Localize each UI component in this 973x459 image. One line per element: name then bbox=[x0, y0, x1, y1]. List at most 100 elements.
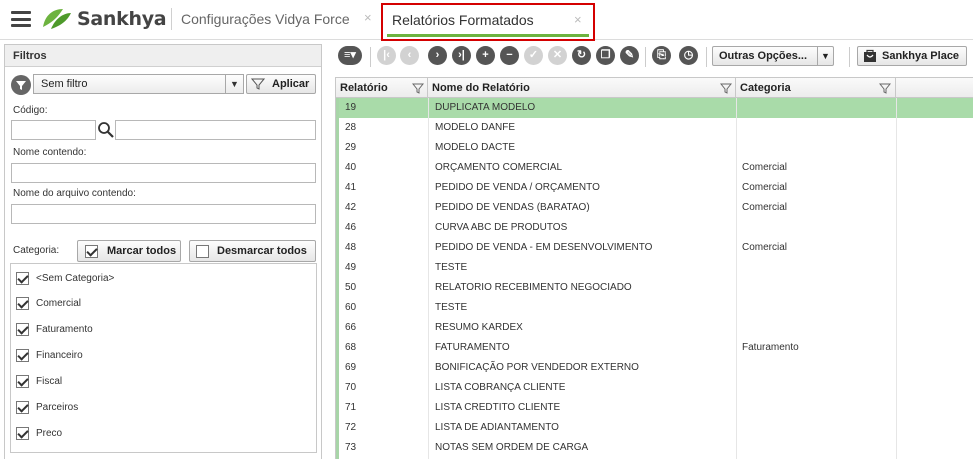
tab-relatorios-formatados[interactable]: Relatórios Formatados × bbox=[381, 3, 595, 41]
table-row[interactable]: 69 BONIFICAÇÃO POR VENDEDOR EXTERNO bbox=[336, 358, 973, 378]
table-row[interactable]: 42 PEDIDO DE VENDAS (BARATAO) Comercial bbox=[336, 198, 973, 218]
arquivo-input[interactable] bbox=[11, 204, 316, 224]
checkbox-checked-icon[interactable] bbox=[16, 374, 29, 388]
table-row[interactable]: 48 PEDIDO DE VENDA - EM DESENVOLVIMENTO Co… bbox=[336, 238, 973, 258]
cell-nome: TESTE bbox=[435, 302, 468, 313]
top-bar: Sankhya Configurações Vidya Force × Rela… bbox=[0, 0, 973, 41]
checkbox-checked-icon[interactable] bbox=[16, 296, 29, 310]
cell-relatorio: 66 bbox=[345, 322, 357, 333]
table-row[interactable]: 72 LISTA DE ADIANTAMENTO bbox=[336, 418, 973, 438]
cell-relatorio: 28 bbox=[345, 122, 357, 133]
table-row[interactable]: 70 LISTA COBRANÇA CLIENTE bbox=[336, 378, 973, 398]
marcar-todos-button[interactable]: Marcar todos bbox=[77, 240, 181, 262]
edit-icon[interactable]: ✎ bbox=[620, 46, 639, 65]
previous-record-icon[interactable]: ‹ bbox=[400, 46, 419, 65]
category-list: <Sem Categoria> Comercial Faturamento Fi… bbox=[10, 263, 317, 453]
clock-icon[interactable]: ◷ bbox=[679, 46, 698, 65]
cell-nome: PEDIDO DE VENDA - EM DESENVOLVIMENTO bbox=[435, 242, 653, 253]
cell-relatorio: 69 bbox=[345, 362, 357, 373]
brand-logo: Sankhya bbox=[41, 6, 167, 32]
filter-select-value: Sem filtro bbox=[41, 78, 88, 90]
first-record-icon[interactable]: |‹ bbox=[377, 46, 396, 65]
category-item[interactable]: Fiscal bbox=[16, 373, 62, 389]
tab-label: Relatórios Formatados bbox=[392, 12, 534, 28]
layout-menu-icon[interactable]: ≡▾ bbox=[338, 46, 362, 65]
column-divider bbox=[736, 98, 737, 459]
column-divider bbox=[896, 98, 897, 459]
apply-button[interactable]: Aplicar bbox=[246, 74, 316, 94]
table-row[interactable]: 29 MODELO DACTE bbox=[336, 138, 973, 158]
checkbox-checked-icon bbox=[85, 244, 98, 258]
category-item[interactable]: <Sem Categoria> bbox=[16, 270, 114, 286]
cell-categoria: Comercial bbox=[742, 242, 788, 253]
column-header-categoria[interactable]: Categoria bbox=[736, 78, 896, 98]
table-row[interactable]: 46 CURVA ABC DE PRODUTOS bbox=[336, 218, 973, 238]
table-row[interactable]: 68 FATURAMENTO Faturamento bbox=[336, 338, 973, 358]
checkbox-checked-icon[interactable] bbox=[16, 348, 29, 362]
category-item[interactable]: Financeiro bbox=[16, 347, 83, 363]
filter-select[interactable]: Sem filtro ▼ bbox=[33, 74, 244, 94]
cell-nome: FATURAMENTO bbox=[435, 342, 510, 353]
category-item[interactable]: Faturamento bbox=[16, 321, 93, 337]
add-icon[interactable]: + bbox=[476, 46, 495, 65]
column-filter-icon[interactable] bbox=[879, 82, 891, 94]
next-record-icon[interactable]: › bbox=[428, 46, 447, 65]
search-icon[interactable] bbox=[97, 121, 115, 139]
category-label: Fiscal bbox=[36, 375, 63, 387]
table-row[interactable]: 19 DUPLICATA MODELO bbox=[336, 98, 973, 118]
table-row[interactable]: 66 RESUMO KARDEX bbox=[336, 318, 973, 338]
cell-nome: LISTA COBRANÇA CLIENTE bbox=[435, 382, 566, 393]
refresh-icon[interactable]: ↻ bbox=[572, 46, 591, 65]
active-tab-indicator bbox=[387, 34, 589, 37]
chevron-down-icon: ▼ bbox=[225, 75, 243, 93]
checkbox-checked-icon[interactable] bbox=[16, 426, 29, 440]
table-row[interactable]: 60 TESTE bbox=[336, 298, 973, 318]
tab-configuracoes-vidya-force[interactable]: Configurações Vidya Force bbox=[181, 0, 350, 37]
confirm-icon[interactable]: ✓ bbox=[524, 46, 543, 65]
attachment-icon[interactable]: ⎘ bbox=[652, 46, 671, 65]
table-row[interactable]: 40 ORÇAMENTO COMERCIAL Comercial bbox=[336, 158, 973, 178]
codigo-description-input[interactable] bbox=[115, 120, 316, 140]
cell-nome: DUPLICATA MODELO bbox=[435, 102, 536, 113]
table-row[interactable]: 28 MODELO DANFE bbox=[336, 118, 973, 138]
cell-categoria: Comercial bbox=[742, 202, 788, 213]
grid-header: Relatório Nome do Relatório Categoria bbox=[336, 78, 973, 98]
table-row[interactable]: 71 LISTA CREDTITO CLIENTE bbox=[336, 398, 973, 418]
table-row[interactable]: 41 PEDIDO DE VENDA / ORÇAMENTO Comercial bbox=[336, 178, 973, 198]
checkbox-checked-icon[interactable] bbox=[16, 322, 29, 336]
category-label: <Sem Categoria> bbox=[36, 272, 115, 284]
checkbox-checked-icon[interactable] bbox=[16, 400, 29, 414]
category-item[interactable]: Parceiros bbox=[16, 399, 78, 415]
category-item[interactable]: Comercial bbox=[16, 295, 81, 311]
category-label: Comercial bbox=[36, 297, 82, 309]
checkbox-checked-icon[interactable] bbox=[16, 271, 29, 285]
close-tab-icon[interactable]: × bbox=[364, 10, 372, 25]
desmarcar-todos-button[interactable]: Desmarcar todos bbox=[189, 240, 316, 262]
remove-icon[interactable]: − bbox=[500, 46, 519, 65]
menu-icon[interactable] bbox=[11, 11, 31, 27]
cell-relatorio: 41 bbox=[345, 182, 357, 193]
cancel-icon[interactable]: ✕ bbox=[548, 46, 567, 65]
table-row[interactable]: 73 NOTAS SEM ORDEM DE CARGA bbox=[336, 438, 973, 458]
cell-nome: RESUMO KARDEX bbox=[435, 322, 523, 333]
close-tab-icon[interactable]: × bbox=[574, 12, 582, 27]
codigo-input[interactable] bbox=[11, 120, 96, 140]
duplicate-icon[interactable]: ❐ bbox=[596, 46, 615, 65]
column-header-nome[interactable]: Nome do Relatório bbox=[428, 78, 736, 98]
cell-nome: PEDIDO DE VENDAS (BARATAO) bbox=[435, 202, 590, 213]
shopping-bag-icon bbox=[864, 49, 876, 62]
column-filter-icon[interactable] bbox=[412, 82, 424, 94]
cell-categoria: Comercial bbox=[742, 182, 788, 193]
last-record-icon[interactable]: ›| bbox=[452, 46, 471, 65]
outras-opcoes-button[interactable]: Outras Opções... ▼ bbox=[712, 46, 834, 66]
cell-nome: NOTAS SEM ORDEM DE CARGA bbox=[435, 442, 589, 453]
cell-relatorio: 46 bbox=[345, 222, 357, 233]
table-row[interactable]: 50 RELATORIO RECEBIMENTO NEGOCIADO bbox=[336, 278, 973, 298]
filter-menu-icon[interactable] bbox=[11, 75, 31, 95]
category-item[interactable]: Preco bbox=[16, 425, 62, 441]
nome-input[interactable] bbox=[11, 163, 316, 183]
table-row[interactable]: 49 TESTE bbox=[336, 258, 973, 278]
funnel-icon bbox=[251, 78, 265, 90]
column-filter-icon[interactable] bbox=[720, 82, 732, 94]
sankhya-place-button[interactable]: Sankhya Place bbox=[857, 46, 967, 66]
